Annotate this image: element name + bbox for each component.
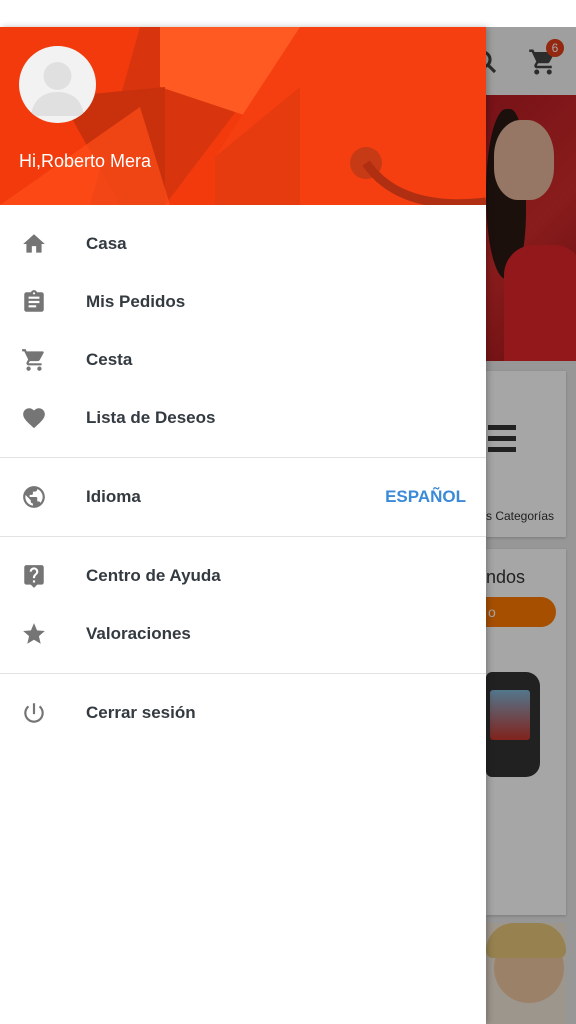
clipboard-icon (21, 289, 47, 315)
menu-item-label: Cerrar sesión (86, 703, 196, 722)
menu-item-label: Valoraciones (86, 624, 191, 643)
heart-icon (21, 405, 47, 431)
status-bar (0, 0, 576, 27)
menu-item-ratings[interactable]: Valoraciones (0, 605, 486, 663)
menu-item-wishlist[interactable]: Lista de Deseos (0, 389, 486, 447)
star-icon (21, 621, 47, 647)
menu-item-cart[interactable]: Cesta (0, 331, 486, 389)
help-icon (21, 563, 47, 589)
globe-icon (21, 484, 47, 510)
menu-item-label: Mis Pedidos (86, 292, 186, 311)
menu-group-support: Centro de Ayuda Valoraciones (0, 537, 486, 673)
menu-item-label: Idioma (86, 487, 141, 506)
power-icon (21, 700, 47, 726)
menu-item-home[interactable]: Casa (0, 215, 486, 273)
drawer-header: Hi,Roberto Mera (0, 27, 486, 205)
avatar[interactable] (19, 46, 96, 123)
drawer-menu: Casa Mis Pedidos Cesta Lista de Deseos I… (0, 205, 486, 752)
menu-item-orders[interactable]: Mis Pedidos (0, 273, 486, 331)
menu-item-label: Lista de Deseos (86, 408, 216, 427)
menu-item-label: Cesta (86, 350, 133, 369)
user-greeting: Hi,Roberto Mera (19, 151, 152, 171)
menu-group-session: Cerrar sesión (0, 674, 486, 752)
menu-item-label: Centro de Ayuda (86, 566, 221, 585)
navigation-drawer: Hi,Roberto Mera Casa Mis Pedidos Cesta L… (0, 27, 486, 1024)
menu-item-language[interactable]: Idioma ESPAÑOL (0, 468, 486, 526)
menu-item-help[interactable]: Centro de Ayuda (0, 547, 486, 605)
menu-group-main: Casa Mis Pedidos Cesta Lista de Deseos (0, 205, 486, 457)
menu-item-label: Casa (86, 234, 127, 253)
menu-group-language: Idioma ESPAÑOL (0, 458, 486, 536)
home-icon (21, 231, 47, 257)
menu-item-logout[interactable]: Cerrar sesión (0, 684, 486, 742)
cart-icon (21, 347, 47, 373)
language-value[interactable]: ESPAÑOL (385, 487, 466, 507)
user-placeholder-icon (31, 62, 84, 116)
